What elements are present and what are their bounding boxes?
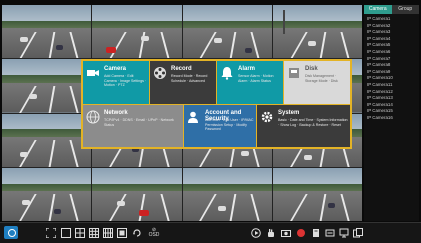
start-menu-button[interactable] bbox=[4, 226, 18, 239]
camera-list: IP Camera1 IP Camera2 IP Camera3 IP Came… bbox=[364, 16, 419, 122]
snapshot-icon[interactable] bbox=[281, 227, 291, 238]
camera-tile-1[interactable] bbox=[2, 5, 92, 59]
menu-desc: TCP/IPv4 · DDNS · Email · UPnP · Network… bbox=[104, 118, 174, 127]
list-item[interactable]: IP Camera12 bbox=[364, 89, 419, 96]
camera-tile-15[interactable] bbox=[182, 167, 272, 221]
list-item[interactable]: IP Camera13 bbox=[364, 95, 419, 102]
alarm-status-icon[interactable] bbox=[311, 227, 321, 238]
nvr-live-view: Camera Group IP Camera1 IP Camera2 IP Ca… bbox=[0, 0, 421, 243]
menu-tile-record[interactable]: Record Record Mode · Record Schedule · A… bbox=[150, 61, 216, 104]
network-status-icon[interactable] bbox=[339, 227, 349, 238]
camera-tile-2[interactable] bbox=[92, 5, 182, 59]
gear-icon bbox=[261, 111, 273, 123]
menu-desc: Add User · Edit User · IP/MAC Permission… bbox=[205, 118, 254, 132]
list-item[interactable]: IP Camera4 bbox=[364, 36, 419, 43]
menu-title: Alarm bbox=[238, 66, 256, 72]
layout-1-icon[interactable] bbox=[61, 227, 71, 238]
camera-list-panel: Camera Group IP Camera1 IP Camera2 IP Ca… bbox=[364, 5, 419, 221]
list-item[interactable]: IP Camera15 bbox=[364, 108, 419, 115]
camera-tile-16[interactable] bbox=[272, 167, 362, 221]
menu-tile-account-security[interactable]: Account and Security Add User · Edit Use… bbox=[184, 105, 256, 147]
ptz-hand-icon[interactable] bbox=[266, 227, 276, 238]
list-item[interactable]: IP Camera10 bbox=[364, 75, 419, 82]
menu-tile-network[interactable]: Network TCP/IPv4 · DDNS · Email · UPnP ·… bbox=[83, 105, 183, 147]
menu-tile-disk[interactable]: Disk Disk Management · Storage Mode · Di… bbox=[284, 61, 350, 104]
list-item[interactable]: IP Camera9 bbox=[364, 69, 419, 76]
menu-title: Network bbox=[104, 110, 128, 116]
list-item[interactable]: IP Camera7 bbox=[364, 56, 419, 63]
start-menu: Camera Add Camera · Edit Camera · Image … bbox=[81, 59, 352, 149]
list-item[interactable]: IP Camera5 bbox=[364, 42, 419, 49]
user-lock-icon bbox=[188, 111, 198, 123]
fullscreen-icon[interactable] bbox=[46, 227, 56, 238]
sequence-icon[interactable] bbox=[132, 227, 142, 238]
osd-button[interactable]: ⊘ OSD bbox=[148, 227, 160, 238]
menu-title: Record bbox=[171, 66, 192, 72]
bottom-toolbar: ⊘ OSD bbox=[0, 222, 421, 243]
list-item[interactable]: IP Camera14 bbox=[364, 102, 419, 109]
menu-desc: Sensor Alarm · Motion Alarm · Alarm Stat… bbox=[238, 74, 274, 83]
menu-tile-alarm[interactable]: Alarm Sensor Alarm · Motion Alarm · Alar… bbox=[217, 61, 283, 104]
info-panel-icon[interactable] bbox=[353, 227, 363, 238]
layout-9-icon[interactable] bbox=[89, 227, 99, 238]
menu-title: Camera bbox=[104, 66, 127, 72]
menu-desc: Disk Management · Storage Mode · Disk bbox=[305, 74, 338, 83]
list-item[interactable]: IP Camera16 bbox=[364, 115, 419, 122]
tab-group[interactable]: Group bbox=[391, 5, 419, 14]
camera-tile-4[interactable] bbox=[272, 5, 362, 59]
film-reel-icon bbox=[154, 67, 166, 79]
layout-16-icon[interactable] bbox=[103, 227, 113, 238]
panel-tabs: Camera Group bbox=[364, 5, 419, 14]
menu-tile-system[interactable]: System Basic · Date and Time · System In… bbox=[257, 105, 350, 147]
list-item[interactable]: IP Camera6 bbox=[364, 49, 419, 56]
layout-4-icon[interactable] bbox=[75, 227, 85, 238]
list-item[interactable]: IP Camera2 bbox=[364, 23, 419, 30]
camera-tile-13[interactable] bbox=[2, 167, 92, 221]
menu-desc: Basic · Date and Time · System Informati… bbox=[278, 118, 348, 127]
list-item[interactable]: IP Camera3 bbox=[364, 29, 419, 36]
menu-title: System bbox=[278, 110, 300, 116]
camera-icon bbox=[87, 70, 99, 76]
menu-tile-camera[interactable]: Camera Add Camera · Edit Camera · Image … bbox=[83, 61, 149, 104]
layout-custom-icon[interactable] bbox=[117, 227, 127, 238]
menu-desc: Record Mode · Record Schedule · Advanced bbox=[171, 74, 208, 83]
playback-icon[interactable] bbox=[251, 227, 261, 238]
list-item[interactable]: IP Camera11 bbox=[364, 82, 419, 89]
alarm-bell-icon bbox=[221, 67, 233, 80]
osd-label: OSD bbox=[148, 231, 160, 238]
network-globe-icon bbox=[86, 110, 100, 124]
tab-camera[interactable]: Camera bbox=[364, 5, 392, 14]
camera-tile-9[interactable] bbox=[2, 113, 92, 167]
record-icon[interactable] bbox=[296, 227, 306, 238]
camera-tile-14[interactable] bbox=[92, 167, 182, 221]
disk-icon bbox=[289, 68, 299, 78]
menu-title: Disk bbox=[305, 66, 318, 72]
list-item[interactable]: IP Camera8 bbox=[364, 62, 419, 69]
disk-status-icon[interactable] bbox=[325, 227, 335, 238]
camera-tile-5[interactable] bbox=[2, 59, 92, 113]
camera-tile-3[interactable] bbox=[182, 5, 272, 59]
list-item[interactable]: IP Camera1 bbox=[364, 16, 419, 23]
menu-desc: Add Camera · Edit Camera · Image Setting… bbox=[104, 74, 147, 88]
